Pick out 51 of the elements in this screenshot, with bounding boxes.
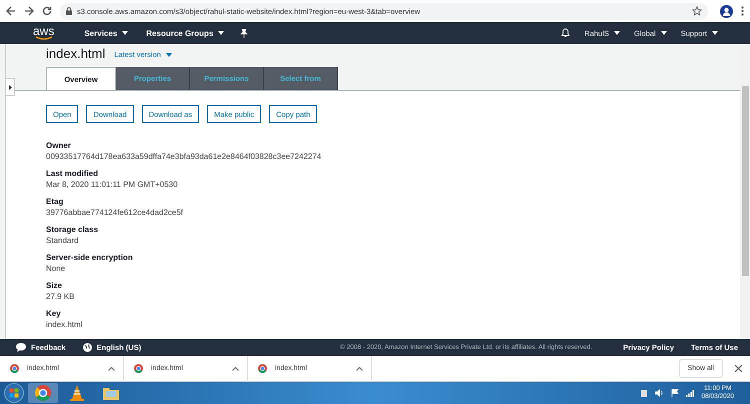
expand-handle[interactable] <box>6 78 15 96</box>
globe-icon[interactable] <box>82 343 92 352</box>
browser-logo-icon <box>258 364 267 373</box>
property-label: Etag <box>46 197 64 206</box>
reload-icon[interactable] <box>42 6 52 16</box>
property-label: Owner <box>46 141 72 150</box>
property-label: Last modified <box>46 169 100 178</box>
signal-bars-icon[interactable] <box>686 390 694 396</box>
flag-icon[interactable] <box>671 389 680 397</box>
property-value: 39776abbae774124fe612ce4dad2ce5f <box>46 208 184 217</box>
caret-icon <box>166 53 172 57</box>
chevron-up-icon[interactable] <box>356 366 363 370</box>
caret-icon <box>614 31 620 35</box>
caret-icon <box>712 31 718 35</box>
property-label: Server-side encryption <box>46 253 134 262</box>
back-icon[interactable] <box>6 6 16 16</box>
lock-icon <box>66 7 72 15</box>
pin-icon[interactable] <box>240 28 248 38</box>
forward-icon[interactable] <box>24 6 34 16</box>
property-value: Standard <box>46 236 80 245</box>
avatar-icon[interactable] <box>720 4 733 18</box>
taskbar-browser-icon[interactable] <box>35 385 51 401</box>
nav-menu[interactable]: Resource Groups <box>146 28 214 38</box>
folder-icon[interactable] <box>103 386 119 400</box>
property-value: index.html <box>46 320 84 329</box>
object-title: index.html <box>46 47 106 60</box>
caret-icon <box>218 31 224 35</box>
aws-logo[interactable]: aws <box>33 26 54 40</box>
star-icon[interactable] <box>692 6 702 16</box>
property-value: 27.9 KB <box>46 292 76 301</box>
bell-icon[interactable] <box>561 28 570 38</box>
property-value: Mar 8, 2020 11:01:11 PM GMT+0530 <box>46 180 179 189</box>
property-value: 00933517764d178ea633a59dffa74e3bfa93da61e2e8464f03828c3ee7242274 <box>46 152 322 161</box>
caret-right-icon <box>8 84 12 90</box>
start-button-icon[interactable] <box>4 383 24 403</box>
speech-bubble-icon[interactable] <box>16 343 26 352</box>
browser-logo-icon <box>10 364 19 373</box>
menu-icon[interactable] <box>741 6 744 16</box>
chevron-up-icon[interactable] <box>232 366 239 370</box>
property-label: Key <box>46 309 62 318</box>
browser-logo-icon <box>134 364 143 373</box>
property-value: None <box>46 264 66 273</box>
property-label: Size <box>46 281 64 290</box>
caret-icon <box>122 31 128 35</box>
speaker-icon[interactable] <box>655 389 664 397</box>
property-label: Storage class <box>46 225 100 234</box>
nav-menu[interactable]: Services <box>84 28 118 38</box>
caret-icon <box>660 31 667 35</box>
traffic-cone-icon[interactable] <box>70 385 84 401</box>
chevron-up-icon[interactable] <box>108 366 115 370</box>
close-icon[interactable] <box>735 365 742 372</box>
